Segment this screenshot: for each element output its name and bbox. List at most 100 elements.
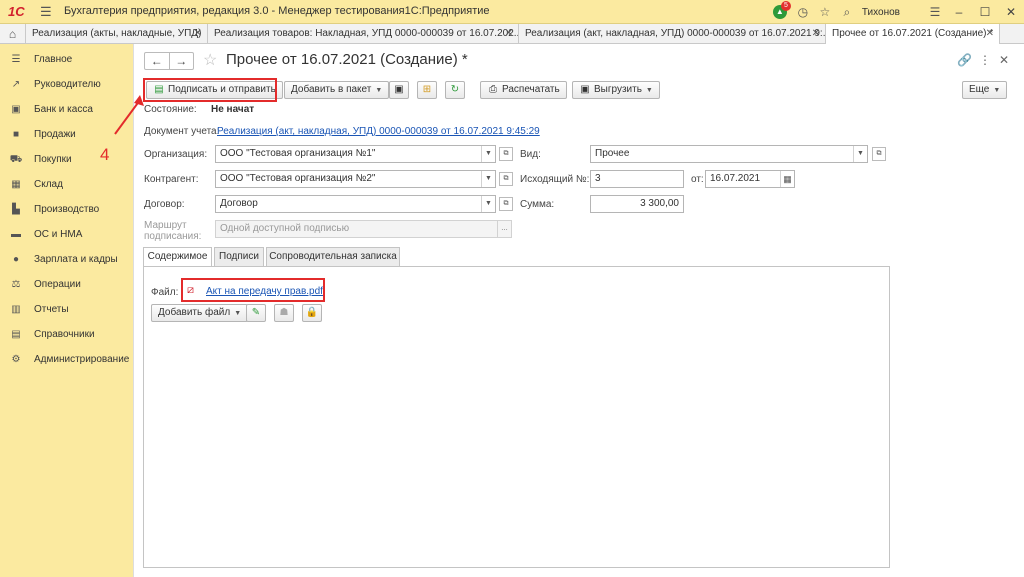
tab-realization-list[interactable]: Реализация (акты, накладные, УПД) ✕ bbox=[26, 24, 208, 44]
contract-field[interactable]: Договор ▼ bbox=[215, 195, 496, 213]
favorite-star-icon[interactable]: ☆ bbox=[203, 50, 217, 70]
counterparty-field[interactable]: ООО "Тестовая организация №2" ▼ bbox=[215, 170, 496, 188]
outgoing-number-label: Исходящий №: bbox=[520, 174, 590, 185]
sidebar-item-main[interactable]: ☰ Главное bbox=[0, 50, 134, 70]
tab-content[interactable]: Содержимое bbox=[143, 247, 212, 267]
form-title: Прочее от 16.07.2021 (Создание) * bbox=[226, 51, 468, 68]
close-tab-icon[interactable]: ✕ bbox=[812, 24, 820, 44]
warehouse-icon: ▦ bbox=[11, 179, 21, 190]
more-button[interactable]: Еще ▼ bbox=[962, 81, 1008, 99]
close-form-icon[interactable]: ✕ bbox=[999, 53, 1009, 67]
add-to-package-button[interactable]: Добавить в пакет ▼ bbox=[284, 81, 390, 99]
forward-arrow-icon[interactable]: → bbox=[170, 53, 194, 69]
close-tab-icon[interactable]: ✕ bbox=[505, 24, 513, 44]
open-icon[interactable]: ⧉ bbox=[499, 172, 513, 186]
printer-icon: ⎙ bbox=[489, 84, 497, 95]
link-icon[interactable]: 🔗 bbox=[957, 53, 972, 67]
save-icon[interactable]: ▣ bbox=[389, 81, 409, 99]
minimize-icon[interactable]: – bbox=[946, 5, 972, 19]
home-icon[interactable]: ⌂ bbox=[0, 24, 26, 44]
kind-field[interactable]: Прочее ▼ bbox=[590, 145, 868, 163]
people-icon: ● bbox=[12, 254, 20, 265]
file-link[interactable]: Акт на передачу прав.pdf bbox=[206, 286, 323, 297]
tab-realization-doc[interactable]: Реализация (акт, накладная, УПД) 0000-00… bbox=[519, 24, 826, 44]
chevron-down-icon[interactable]: ▼ bbox=[481, 171, 495, 187]
tab-prochee[interactable]: Прочее от 16.07.2021 (Создание) * ✕ bbox=[826, 24, 1000, 44]
chevron-down-icon: ▼ bbox=[993, 87, 1001, 94]
sum-field[interactable]: 3 300,00 bbox=[590, 195, 684, 213]
sidebar-item-warehouse[interactable]: ▦ Склад bbox=[0, 175, 134, 195]
chevron-down-icon[interactable]: ▼ bbox=[853, 146, 867, 162]
hierarchy-icon[interactable]: ⊞ bbox=[417, 81, 437, 99]
kind-value: Прочее bbox=[595, 148, 630, 159]
sidebar-item-assets[interactable]: ▬ ОС и НМА bbox=[0, 225, 134, 245]
sidebar-item-label: Администрирование bbox=[34, 354, 130, 365]
sidebar-item-label: Операции bbox=[34, 279, 81, 290]
calendar-icon[interactable]: ▦ bbox=[780, 171, 794, 187]
history-icon[interactable]: ◷ bbox=[792, 5, 814, 19]
sidebar-item-admin[interactable]: ⚙ Администрирование bbox=[0, 350, 134, 370]
tab-label: Реализация (акты, накладные, УПД) bbox=[32, 28, 202, 39]
tab-realization-goods[interactable]: Реализация товаров: Накладная, УПД 0000-… bbox=[208, 24, 519, 44]
sidebar-item-label: Покупки bbox=[34, 154, 72, 165]
tab-cover-note[interactable]: Сопроводительная записка bbox=[266, 247, 400, 266]
notification-icon[interactable]: ▲ 5 bbox=[770, 0, 792, 24]
chevron-down-icon[interactable]: ▼ bbox=[481, 146, 495, 162]
sidebar-item-operations[interactable]: ⚖ Операции bbox=[0, 275, 134, 295]
organization-field[interactable]: ООО "Тестовая организация №1" ▼ bbox=[215, 145, 496, 163]
sidebar-item-label: Банк и касса bbox=[34, 104, 93, 115]
kind-label: Вид: bbox=[520, 149, 541, 160]
date-field[interactable]: 16.07.2021 ▦ bbox=[705, 170, 795, 188]
app-title: Бухгалтерия предприятия, редакция 3.0 - … bbox=[64, 5, 490, 17]
document-link[interactable]: Реализация (акт, накладная, УПД) 0000-00… bbox=[217, 126, 540, 137]
sidebar-item-salary[interactable]: ● Зарплата и кадры bbox=[0, 250, 134, 270]
chevron-down-icon: ▼ bbox=[234, 310, 242, 317]
refresh-icon[interactable]: ↻ bbox=[445, 81, 465, 99]
back-arrow-icon[interactable]: ← bbox=[145, 53, 170, 69]
sidebar-item-purchases[interactable]: ⛟ Покупки bbox=[0, 150, 134, 170]
sidebar-item-label: Главное bbox=[34, 54, 73, 65]
sidebar-item-production[interactable]: ▙ Производство bbox=[0, 200, 134, 220]
sum-value: 3 300,00 bbox=[640, 198, 679, 209]
book-icon: ▤ bbox=[11, 329, 21, 340]
close-icon[interactable]: ✕ bbox=[998, 5, 1024, 19]
sidebar-item-reports[interactable]: ▥ Отчеты bbox=[0, 300, 134, 320]
sidebar-item-catalogs[interactable]: ▤ Справочники bbox=[0, 325, 134, 345]
button-label: Выгрузить bbox=[594, 84, 642, 95]
more-options-icon[interactable]: ⋮ bbox=[979, 53, 991, 67]
close-tab-icon[interactable]: ✕ bbox=[194, 24, 202, 44]
star-icon[interactable]: ☆ bbox=[814, 5, 836, 19]
chevron-down-icon[interactable]: ▼ bbox=[481, 196, 495, 212]
pdf-icon: ⧄ bbox=[187, 284, 194, 296]
tab-label: Прочее от 16.07.2021 (Создание) * bbox=[832, 28, 994, 39]
tab-label: Реализация товаров: Накладная, УПД 0000-… bbox=[214, 28, 519, 39]
chevron-down-icon: ▼ bbox=[645, 87, 653, 94]
hamburger-icon[interactable]: ☰ bbox=[40, 4, 52, 20]
search-icon[interactable]: ⌕ bbox=[836, 5, 858, 20]
add-file-button[interactable]: Добавить файл ▼ bbox=[151, 304, 249, 322]
open-icon[interactable]: ⧉ bbox=[872, 147, 886, 161]
organization-value: ООО "Тестовая организация №1" bbox=[220, 148, 376, 159]
sidebar-item-label: Отчеты bbox=[34, 304, 69, 315]
close-tab-icon[interactable]: ✕ bbox=[986, 24, 994, 44]
bag-icon: ■ bbox=[12, 129, 20, 140]
outgoing-number-field[interactable]: 3 bbox=[590, 170, 684, 188]
edit-file-icon[interactable]: ✎ bbox=[246, 304, 266, 322]
route-value: Одной доступной подписью bbox=[220, 223, 350, 234]
date-value: 16.07.2021 bbox=[710, 173, 761, 184]
tab-label: Подписи bbox=[219, 251, 259, 262]
export-button[interactable]: ▣ Выгрузить ▼ bbox=[572, 81, 660, 99]
chevron-down-icon: ▼ bbox=[375, 87, 383, 94]
print-button[interactable]: ⎙ Распечатать bbox=[480, 81, 567, 99]
operations-icon: ⚖ bbox=[11, 279, 21, 290]
menu-icon[interactable]: ☰ bbox=[924, 5, 946, 19]
content-panel: Файл: ⧄ Акт на передачу прав.pdf Добавит… bbox=[143, 266, 890, 568]
maximize-icon[interactable]: ☐ bbox=[972, 5, 998, 19]
open-icon[interactable]: ⧉ bbox=[499, 147, 513, 161]
annotation-number: 4 bbox=[100, 145, 110, 164]
contract-value: Договор bbox=[220, 198, 258, 209]
tab-signatures[interactable]: Подписи bbox=[214, 247, 264, 266]
open-icon[interactable]: ⧉ bbox=[499, 197, 513, 211]
titlebar-controls: ▲ 5 ◷ ☆ ⌕ Тихонов ☰ – ☐ ✕ bbox=[770, 0, 1024, 24]
user-name[interactable]: Тихонов bbox=[862, 7, 900, 18]
